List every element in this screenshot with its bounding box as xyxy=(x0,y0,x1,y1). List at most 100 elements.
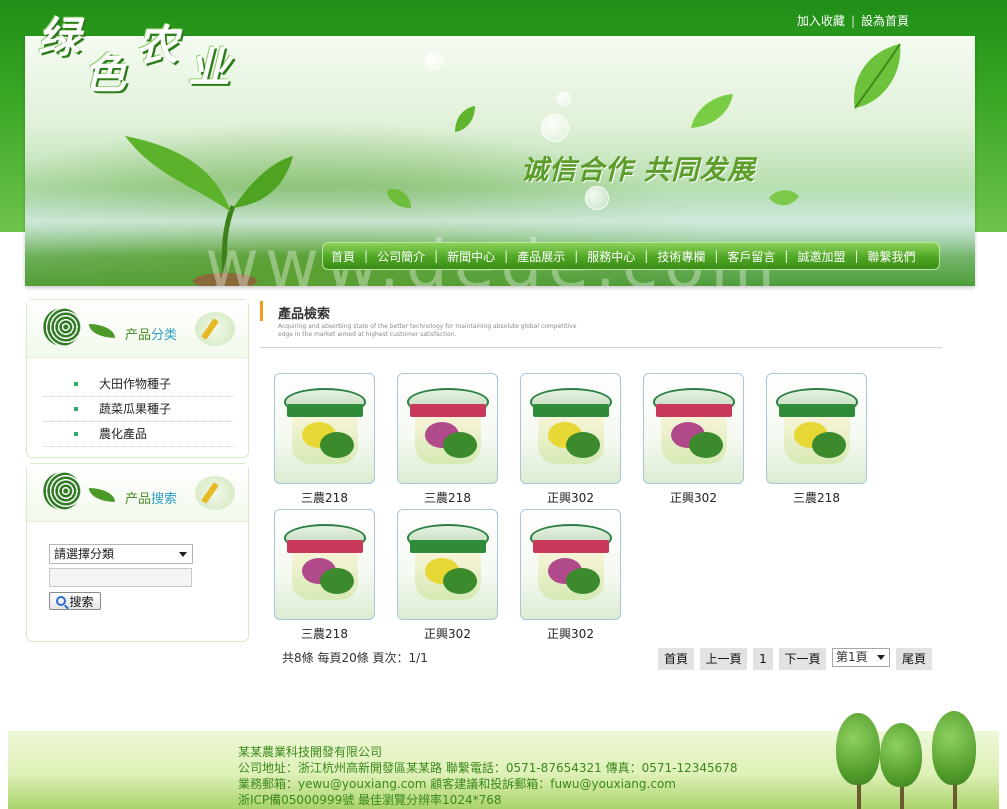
search-box: 产品搜索 請選擇分類 搜索 xyxy=(26,463,249,642)
product-name[interactable]: 三農218 xyxy=(766,489,867,506)
company-emblem-icon xyxy=(43,472,81,510)
product-image xyxy=(653,388,735,468)
product-card[interactable] xyxy=(397,373,498,484)
nav-separator: | xyxy=(644,249,649,263)
leaf-icon xyxy=(769,190,799,206)
cup-body xyxy=(415,552,481,600)
cup-leaves xyxy=(443,432,477,458)
leaf-icon xyxy=(455,106,475,132)
title-accent-bar xyxy=(260,301,263,321)
search-button[interactable]: 搜索 xyxy=(49,592,101,610)
product-card[interactable] xyxy=(520,509,621,620)
tree-trunk xyxy=(857,781,861,809)
category-item[interactable]: 蔬菜瓜果種子 xyxy=(43,397,234,422)
cup-leaves xyxy=(320,432,354,458)
set-homepage-link[interactable]: 設為首頁 xyxy=(861,14,909,28)
category-box: 产品分类 大田作物種子 蔬菜瓜果種子 農化產品 xyxy=(26,299,249,458)
cup-leaves xyxy=(689,432,723,458)
tree-trunk xyxy=(953,781,957,809)
product-card[interactable] xyxy=(274,373,375,484)
nav-item-contact[interactable]: 聯繫我們 xyxy=(868,248,916,265)
nav-separator: | xyxy=(854,249,859,263)
cup-leaves xyxy=(320,568,354,594)
nav-item-news[interactable]: 新聞中心 xyxy=(447,248,495,265)
product-image xyxy=(407,388,489,468)
nav-separator: | xyxy=(714,249,719,263)
search-box-header: 产品搜索 xyxy=(27,464,248,522)
pager-prev-button[interactable]: 上一頁 xyxy=(700,648,747,670)
leaf-icon xyxy=(691,94,733,128)
logo-char: 农 xyxy=(136,21,179,70)
category-box-title: 产品分类 xyxy=(125,328,178,343)
tree-icon xyxy=(880,723,922,787)
product-card[interactable] xyxy=(643,373,744,484)
nav-separator: | xyxy=(364,249,369,263)
pencil-icon xyxy=(195,312,235,346)
logo-char: 色 xyxy=(84,49,127,98)
leaf-icon xyxy=(89,324,115,338)
nav-item-guestbook[interactable]: 客戶留言 xyxy=(727,248,775,265)
cup-body xyxy=(661,416,727,464)
footer-address: 公司地址：浙江杭州高新開發區某某路 聯繫電話：0571-87654321 傳真：… xyxy=(238,761,738,775)
cup-body xyxy=(538,416,604,464)
nav-item-home[interactable]: 首頁 xyxy=(331,248,355,265)
category-box-header: 产品分类 xyxy=(27,300,248,358)
result-stats: 共8條 每頁20條 頁次：1/1 xyxy=(282,651,428,665)
category-select[interactable]: 請選擇分類 xyxy=(49,544,193,564)
leaf-icon xyxy=(854,43,901,109)
product-name[interactable]: 正興302 xyxy=(520,625,621,642)
nav-item-products[interactable]: 產品展示 xyxy=(517,248,565,265)
cup-band xyxy=(410,404,486,417)
product-name[interactable]: 三農218 xyxy=(274,489,375,506)
product-name[interactable]: 正興302 xyxy=(397,625,498,642)
nav-separator: | xyxy=(784,249,789,263)
category-item[interactable]: 農化產品 xyxy=(43,422,234,447)
cup-body xyxy=(784,416,850,464)
product-image xyxy=(530,388,612,468)
pager-next-button[interactable]: 下一頁 xyxy=(779,648,826,670)
product-image xyxy=(284,524,366,604)
product-card[interactable] xyxy=(766,373,867,484)
product-image xyxy=(407,524,489,604)
product-name[interactable]: 三農218 xyxy=(397,489,498,506)
cup-band xyxy=(410,540,486,553)
footer-email: 業務郵箱：yewu@youxiang.com 顧客建議和投訴郵箱：fuwu@yo… xyxy=(238,777,676,791)
search-keyword-input[interactable] xyxy=(49,568,192,587)
page-select[interactable]: 第1頁 xyxy=(832,648,890,667)
cup-leaves xyxy=(566,568,600,594)
product-card[interactable] xyxy=(520,373,621,484)
cup-leaves xyxy=(566,432,600,458)
nav-item-service[interactable]: 服務中心 xyxy=(587,248,635,265)
search-form: 請選擇分類 搜索 xyxy=(27,522,248,610)
cup-body xyxy=(538,552,604,600)
main-nav: 首頁 | 公司簡介 | 新聞中心 | 產品展示 | 服務中心 | 技術專欄 | 客戶留言 | … xyxy=(322,242,940,270)
product-card[interactable] xyxy=(397,509,498,620)
add-favorite-link[interactable]: 加入收藏 xyxy=(797,14,845,28)
cup-leaves xyxy=(812,432,846,458)
cup-body xyxy=(415,416,481,464)
search-box-title: 产品搜索 xyxy=(125,492,178,507)
chevron-down-icon xyxy=(877,655,885,660)
page-subtitle: Acquiring and absorbing state of the bet… xyxy=(278,323,577,338)
site-logo[interactable]: 绿 色 农 业 xyxy=(38,4,248,98)
nav-item-tech[interactable]: 技術專欄 xyxy=(657,248,705,265)
product-card[interactable] xyxy=(274,509,375,620)
chevron-down-icon xyxy=(179,552,187,557)
category-item[interactable]: 大田作物種子 xyxy=(43,372,234,397)
product-image xyxy=(776,388,858,468)
logo-char: 业 xyxy=(188,43,231,92)
pager-current-page[interactable]: 1 xyxy=(753,648,773,670)
product-name[interactable]: 正興302 xyxy=(520,489,621,506)
product-image xyxy=(284,388,366,468)
banner-slogan: 诚信合作 共同发展 xyxy=(521,155,756,186)
footer-icp: 浙ICP備05000999號 最佳瀏覽分辨率1024*768 xyxy=(238,793,502,807)
nav-item-about[interactable]: 公司簡介 xyxy=(377,248,425,265)
pager-first-button[interactable]: 首頁 xyxy=(658,648,694,670)
logo-char: 绿 xyxy=(38,13,81,62)
product-name[interactable]: 三農218 xyxy=(274,625,375,642)
product-name[interactable]: 正興302 xyxy=(643,489,744,506)
nav-separator: | xyxy=(504,249,509,263)
nav-item-franchise[interactable]: 誠邀加盟 xyxy=(797,248,845,265)
content-header: 產品檢索 Acquiring and absorbing state of th… xyxy=(260,301,942,348)
pager-last-button[interactable]: 尾頁 xyxy=(896,648,932,670)
